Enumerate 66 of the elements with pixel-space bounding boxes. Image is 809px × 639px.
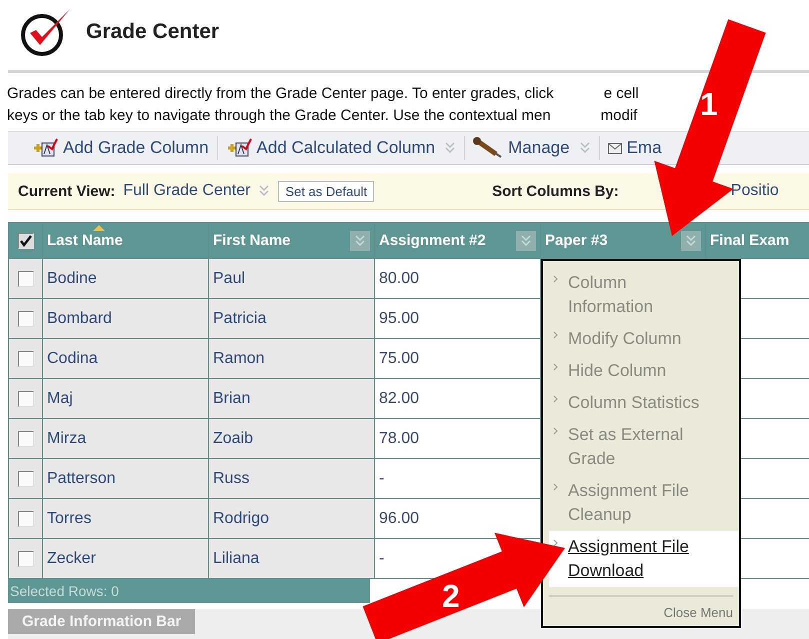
last-name-link[interactable]: Torres <box>47 510 92 528</box>
chevron-icon <box>553 363 558 371</box>
first-name-link[interactable]: Ramon <box>213 350 265 368</box>
chevron-icon <box>553 539 558 547</box>
chevron-icon <box>553 427 558 435</box>
chevron-icon <box>553 483 558 491</box>
last-name-link[interactable]: Maj <box>47 390 73 408</box>
last-name-link[interactable]: Patterson <box>47 470 116 488</box>
toolbar-link[interactable]: Manage <box>508 138 570 158</box>
add-column-icon <box>32 138 58 158</box>
last-name-link[interactable]: Zecker <box>47 550 96 568</box>
selected-rows-text: Selected Rows: 0 <box>10 583 119 599</box>
view-link[interactable]: Full Grade Center <box>123 182 250 200</box>
mail-icon <box>608 142 622 154</box>
last-name-link[interactable]: Codina <box>47 350 98 368</box>
row-checkbox[interactable] <box>18 550 34 566</box>
add-column-icon <box>226 138 252 158</box>
instruction-text: modif <box>600 106 638 126</box>
callout-number: 1 <box>700 86 718 123</box>
chevron-icon <box>553 331 558 339</box>
grade-cell[interactable]: 96.00 <box>379 510 420 528</box>
grade-cell[interactable]: 95.00 <box>379 310 420 328</box>
last-name-link[interactable]: Bombard <box>47 310 112 328</box>
row-checkbox[interactable] <box>18 510 34 526</box>
last-name-link[interactable]: Bodine <box>47 270 97 288</box>
last-name-link[interactable]: Mirza <box>47 430 86 448</box>
sort-label: Sort Columns By: <box>492 182 619 200</box>
view-label: Current View: <box>18 182 116 200</box>
column-menu-icon[interactable] <box>681 230 701 250</box>
wrench-icon <box>473 137 504 159</box>
first-name-link[interactable]: Russ <box>213 470 250 488</box>
row-checkbox[interactable] <box>18 350 34 366</box>
grade-cell[interactable]: 75.00 <box>379 350 420 368</box>
grade-cell[interactable]: - <box>379 470 384 488</box>
column-menu-icon[interactable] <box>516 230 536 250</box>
first-name-link[interactable]: Zoaib <box>213 430 254 448</box>
column-menu-icon[interactable] <box>350 230 370 250</box>
callout-number: 2 <box>442 578 460 615</box>
row-checkbox[interactable] <box>18 310 34 326</box>
select-all-checkbox[interactable] <box>18 232 34 248</box>
first-name-link[interactable]: Brian <box>213 390 250 408</box>
row-checkbox[interactable] <box>18 270 34 286</box>
grade-cell[interactable]: 80.00 <box>379 270 420 288</box>
grade-cell[interactable]: 78.00 <box>379 430 420 448</box>
grade-cell[interactable]: 82.00 <box>379 390 420 408</box>
row-checkbox[interactable] <box>18 430 34 446</box>
instruction-text: Grades can be entered directly from the Grade Center page. To enter grades, click <box>7 84 554 104</box>
chevron-icon <box>553 275 558 283</box>
first-name-link[interactable]: Rodrigo <box>213 510 270 528</box>
close-menu-link[interactable]: Close Menu <box>664 605 733 620</box>
row-checkbox[interactable] <box>18 390 34 406</box>
set-default-button[interactable]: Set as Default <box>278 180 374 202</box>
toolbar-link[interactable]: Ema <box>626 138 662 158</box>
instruction-text: keys or the tab key to navigate through the Grade Center. Use the contextual men <box>7 106 551 126</box>
row-checkbox[interactable] <box>18 470 34 486</box>
instruction-text: e cell <box>604 84 639 104</box>
toolbar-link[interactable]: Add Calculated Column <box>256 138 436 158</box>
grade-cell[interactable]: - <box>379 550 384 568</box>
first-name-link[interactable]: Patricia <box>213 310 266 328</box>
first-name-link[interactable]: Paul <box>213 270 246 288</box>
toolbar-link[interactable]: Add Grade Column <box>63 138 209 158</box>
sort-link[interactable]: Positio <box>730 182 779 200</box>
page-title: Grade Center <box>86 20 220 44</box>
double-chevron-icon[interactable] <box>258 184 270 198</box>
chevron-icon <box>553 395 558 403</box>
first-name-link[interactable]: Liliana <box>213 550 260 568</box>
